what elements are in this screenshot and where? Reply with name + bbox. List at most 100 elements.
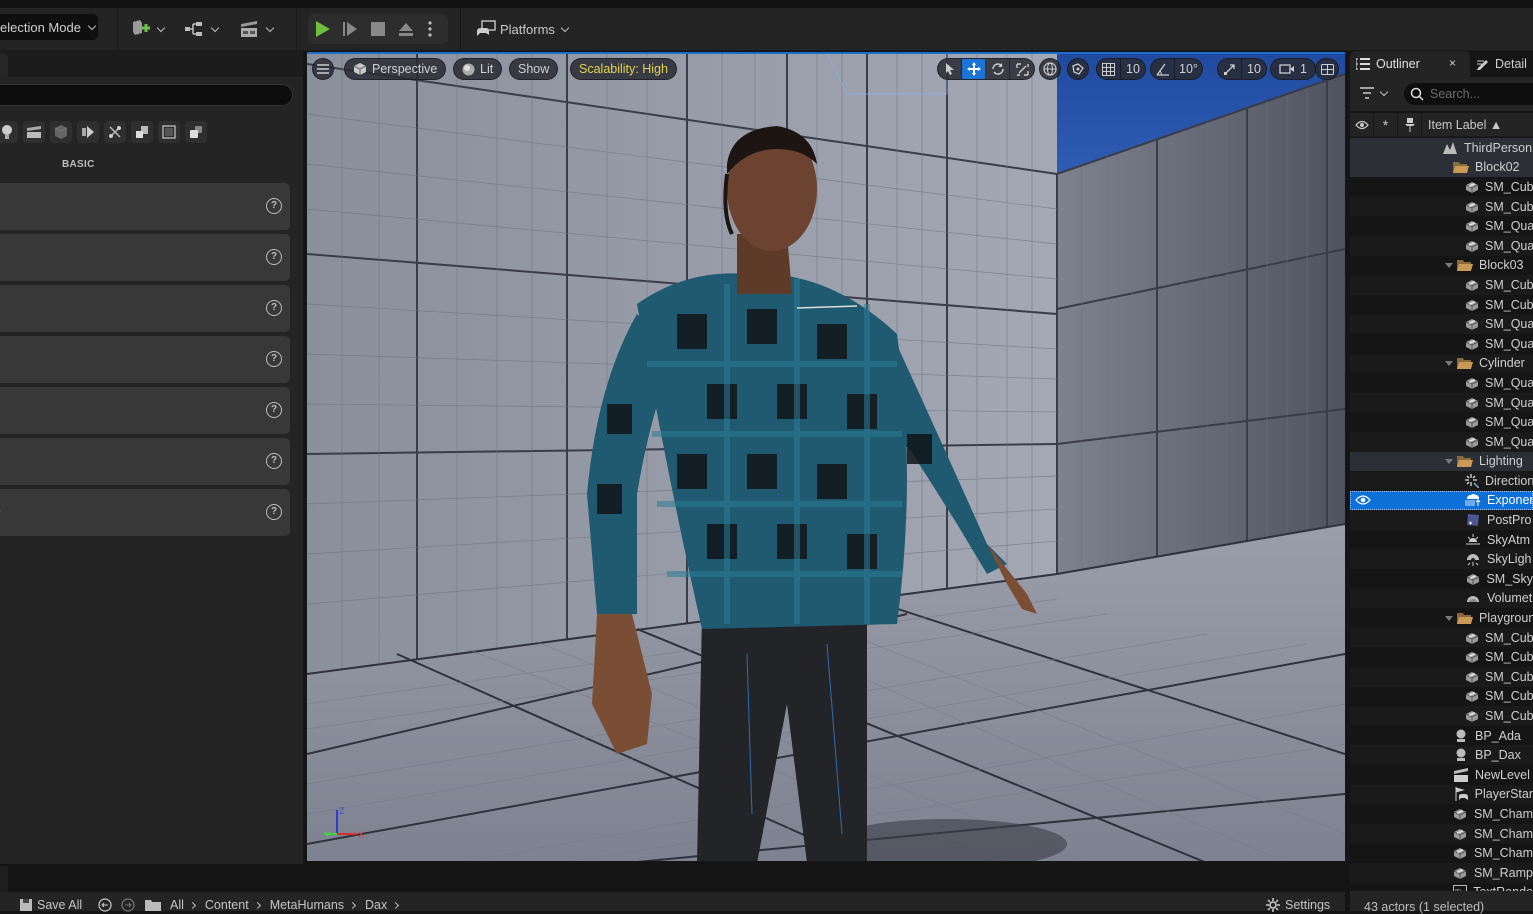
place-actor-item[interactable]: ? — [0, 336, 290, 383]
scalability-button[interactable]: Scalability: High — [570, 58, 677, 80]
eject-button[interactable] — [392, 14, 420, 44]
outliner-row[interactable]: SM_Cub — [1350, 275, 1533, 295]
place-actor-item[interactable]: ? — [0, 183, 290, 230]
favorite-column[interactable]: * — [1374, 112, 1398, 137]
category-all-classes[interactable] — [185, 121, 207, 143]
outliner-folder-row[interactable]: Block03 — [1350, 256, 1533, 276]
pin-column[interactable] — [1398, 112, 1422, 137]
chevron-right-icon[interactable] — [188, 901, 196, 909]
outliner-row[interactable]: SM_Cub — [1350, 627, 1533, 648]
drawer-tab[interactable] — [0, 866, 8, 892]
viewport-menu-button[interactable] — [312, 58, 334, 80]
outliner-folder-row[interactable]: Block02 — [1350, 157, 1533, 178]
outliner-row[interactable]: SM_Cub — [1350, 647, 1533, 667]
add-actor-button[interactable] — [130, 18, 166, 40]
outliner-row[interactable]: SM_Qua — [1350, 431, 1533, 452]
outliner-row[interactable]: PlayerStar — [1350, 784, 1533, 805]
selection-mode-dropdown[interactable]: election Mode — [0, 14, 98, 40]
back-button[interactable] — [98, 898, 112, 912]
place-actors-search-input[interactable] — [0, 84, 293, 106]
chevron-right-icon[interactable] — [348, 901, 357, 909]
world-local-button[interactable] — [1039, 58, 1061, 80]
filter-button[interactable] — [1360, 87, 1389, 99]
outliner-row[interactable]: SM_Qua — [1350, 392, 1533, 413]
rotation-snap-toggle[interactable] — [1151, 59, 1175, 79]
outliner-row[interactable]: Exponen — [1350, 490, 1533, 511]
expand-arrow-icon[interactable] — [1445, 262, 1453, 268]
chevron-right-icon[interactable] — [392, 901, 400, 909]
outliner-row[interactable]: BP_Ada — [1350, 726, 1533, 746]
category-particles[interactable] — [104, 121, 126, 143]
expand-arrow-icon[interactable] — [1445, 458, 1453, 464]
outliner-row[interactable]: SM_Cub — [1350, 667, 1533, 687]
breadcrumb-item[interactable]: MetaHumans — [270, 898, 344, 912]
select-tool-button[interactable] — [938, 59, 962, 79]
save-all-button[interactable]: Save All — [20, 898, 82, 912]
place-actor-item[interactable]: ? — [0, 285, 290, 332]
forward-button[interactable] — [121, 898, 135, 912]
surface-snap-button[interactable] — [1067, 58, 1089, 80]
scale-snap-value[interactable]: 10 — [1242, 59, 1266, 79]
scale-snap-toggle[interactable] — [1218, 59, 1242, 79]
platforms-button[interactable]: Platforms — [476, 17, 570, 41]
outliner-row[interactable]: SM_Sky — [1350, 569, 1533, 589]
outliner-search-input[interactable]: Search... — [1404, 83, 1533, 105]
eye-icon[interactable] — [1355, 494, 1371, 509]
item-label-column[interactable]: Item Label ▲ — [1422, 113, 1502, 137]
level-viewport[interactable]: Perspective Lit Show Scalability: High 1… — [307, 52, 1345, 861]
category-geometry[interactable] — [131, 121, 153, 143]
outliner-row[interactable]: NewLevel — [1350, 765, 1533, 785]
close-icon[interactable]: × — [1449, 56, 1456, 70]
advance-frame-button[interactable] — [336, 14, 364, 44]
panel-tab[interactable] — [0, 53, 8, 77]
expand-arrow-icon[interactable] — [1445, 360, 1453, 366]
category-volumes[interactable] — [158, 121, 180, 143]
rotate-tool-button[interactable] — [986, 59, 1010, 79]
help-icon[interactable]: ? — [266, 351, 282, 367]
breadcrumb-item[interactable]: All — [170, 898, 184, 912]
outliner-row[interactable]: SM_Qua — [1350, 373, 1533, 393]
chevron-right-icon[interactable] — [253, 901, 261, 909]
outliner-folder-row[interactable]: Cylinder — [1350, 353, 1533, 374]
outliner-row[interactable]: SM_Cub — [1350, 295, 1533, 315]
outliner-row[interactable]: SM_Qua — [1350, 412, 1533, 432]
help-icon[interactable]: ? — [266, 402, 282, 418]
outliner-row[interactable]: Volumet — [1350, 588, 1533, 609]
help-icon[interactable]: ? — [266, 504, 282, 520]
place-actor-item[interactable]: ? — [0, 234, 290, 281]
camera-speed-button[interactable]: 1 — [1270, 58, 1316, 80]
place-actor-item[interactable]: ? — [0, 387, 290, 434]
translate-tool-button[interactable] — [962, 59, 986, 79]
perspective-button[interactable]: Perspective — [344, 58, 447, 80]
scale-tool-button[interactable] — [1010, 59, 1034, 79]
help-icon[interactable]: ? — [266, 198, 282, 214]
outliner-row[interactable]: SM_Qua — [1350, 314, 1533, 334]
breadcrumb-item[interactable]: Dax — [365, 898, 387, 912]
outliner-folder-row[interactable]: Lighting — [1350, 451, 1533, 472]
play-button[interactable] — [308, 14, 336, 44]
breadcrumb-item[interactable]: Content — [205, 898, 249, 912]
grid-snap-value[interactable]: 10 — [1121, 59, 1145, 79]
help-icon[interactable]: ? — [266, 453, 282, 469]
outliner-row[interactable]: SM_Ramp — [1350, 862, 1533, 883]
view-mode-lit-button[interactable]: Lit — [453, 58, 503, 80]
tab-details[interactable]: Detail — [1476, 51, 1527, 77]
outliner-row[interactable]: SM_Cham — [1350, 804, 1533, 824]
outliner-row[interactable]: PostPro — [1350, 510, 1533, 530]
outliner-row[interactable]: SM_Qua — [1350, 235, 1533, 256]
outliner-row[interactable]: Direction — [1350, 471, 1533, 491]
outliner-row[interactable]: BP_Dax — [1350, 745, 1533, 765]
help-icon[interactable]: ? — [266, 249, 282, 265]
settings-button[interactable]: Settings — [1266, 898, 1330, 912]
outliner-row[interactable]: SM_Cham — [1350, 843, 1533, 863]
category-visual-effects[interactable] — [77, 121, 99, 143]
visibility-column[interactable] — [1350, 112, 1374, 137]
help-icon[interactable]: ? — [266, 300, 282, 316]
outliner-row[interactable]: SkyAtm — [1350, 530, 1533, 550]
outliner-folder-row[interactable]: Playgroun — [1350, 608, 1533, 628]
outliner-row[interactable]: SM_Cub — [1350, 706, 1533, 726]
grid-snap-toggle[interactable] — [1097, 59, 1121, 79]
expand-arrow-icon[interactable] — [1445, 615, 1453, 621]
outliner-row[interactable]: SM_Qua — [1350, 334, 1533, 354]
play-options-button[interactable] — [420, 14, 440, 44]
